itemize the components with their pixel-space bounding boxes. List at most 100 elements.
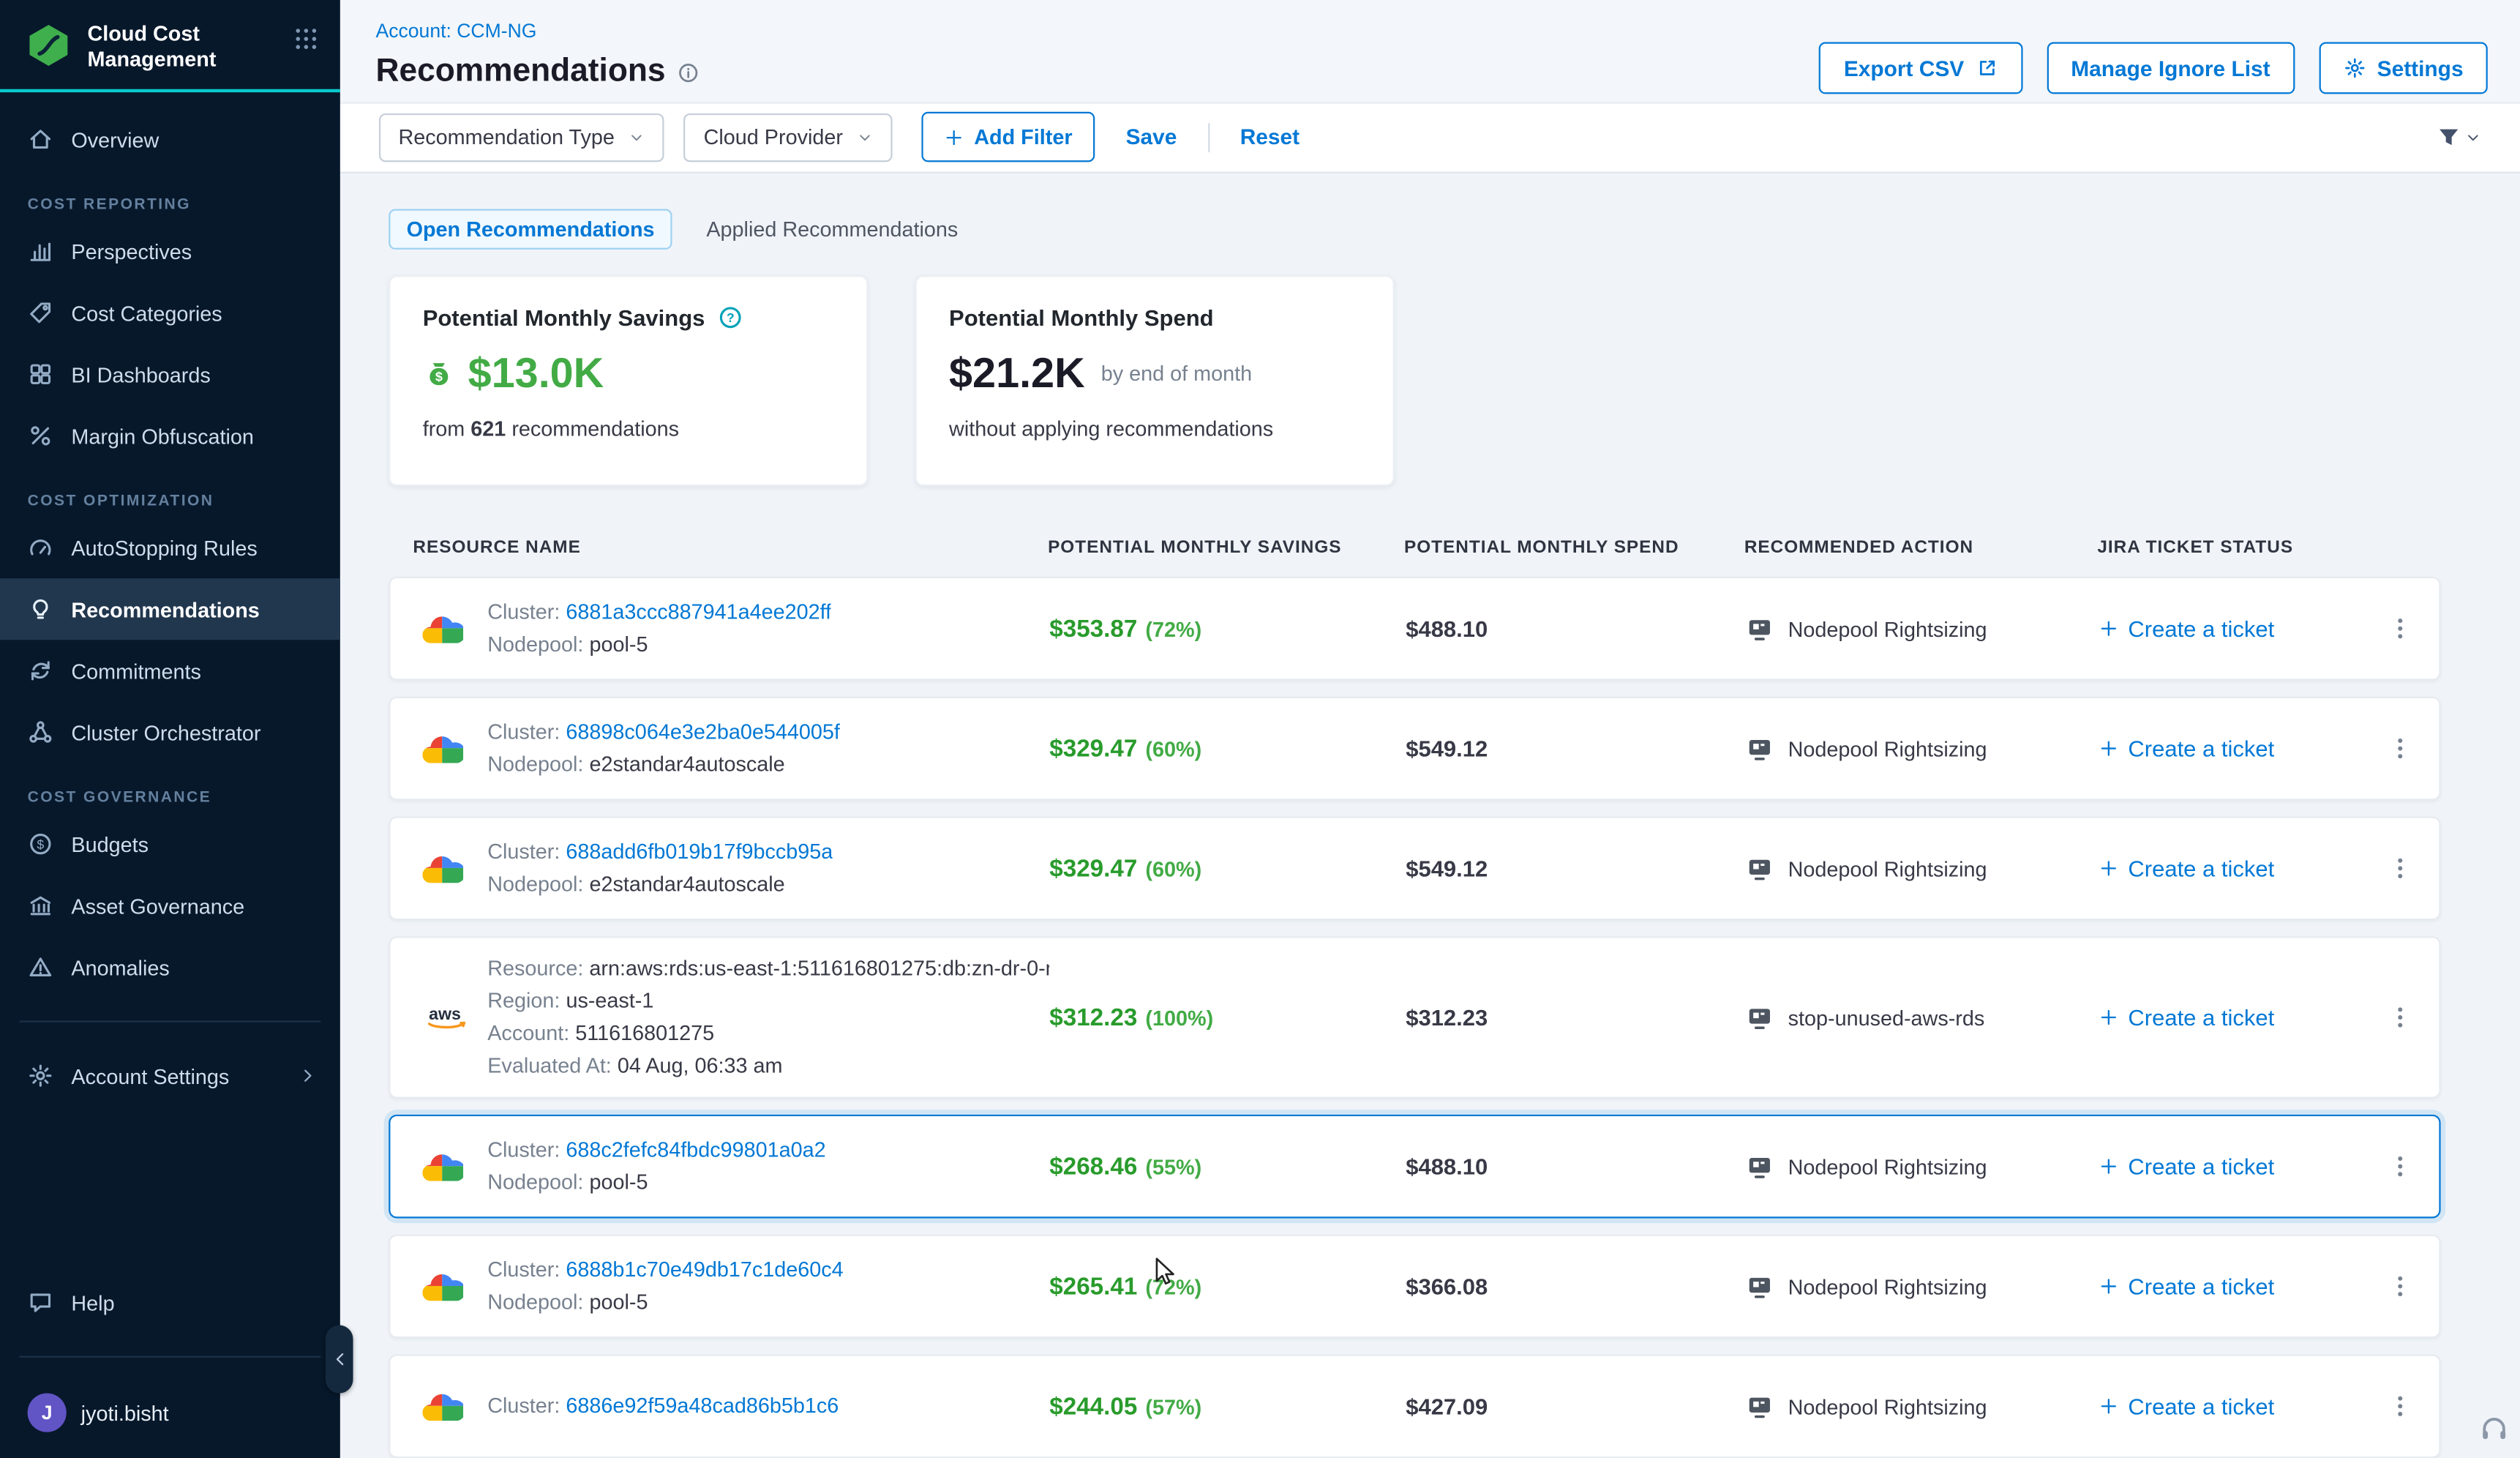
- export-csv-button[interactable]: Export CSV: [1820, 42, 2022, 94]
- table-row[interactable]: awsResource: arn:aws:rds:us-east-1:51161…: [389, 936, 2440, 1098]
- sidebar-item-cluster-orchestrator[interactable]: Cluster Orchestrator: [0, 701, 340, 763]
- sidebar-item-account-settings[interactable]: Account Settings: [0, 1045, 340, 1107]
- sidebar-item-perspectives[interactable]: Perspectives: [0, 220, 340, 282]
- row-menu-button[interactable]: [2361, 856, 2439, 881]
- sidebar-item-autostopping-rules[interactable]: AutoStopping Rules: [0, 517, 340, 578]
- gcp-icon: [421, 613, 463, 645]
- resource-link[interactable]: 688add6fb019b17f9bccb95a: [566, 840, 833, 864]
- recommended-action-cell: Nodepool Rightsizing: [1746, 735, 2099, 763]
- row-menu-button[interactable]: [2361, 1394, 2439, 1419]
- create-ticket-button[interactable]: Create a ticket: [2099, 1274, 2362, 1299]
- filter-dropdown-recommendation-type[interactable]: Recommendation Type: [379, 113, 665, 162]
- autostopping-icon: [28, 534, 53, 560]
- help-circle-icon[interactable]: ?: [718, 304, 743, 330]
- create-ticket-button[interactable]: Create a ticket: [2099, 856, 2362, 881]
- monitor-icon: [1746, 615, 1774, 643]
- tab-open-recommendations[interactable]: Open Recommendations: [389, 209, 672, 250]
- table-row[interactable]: Cluster: 688c2fefc84fbdc99801a0a2Nodepoo…: [389, 1115, 2440, 1219]
- chevron-down-icon: [629, 130, 645, 146]
- info-icon[interactable]: [677, 61, 700, 83]
- filter-bar: Recommendation Type Cloud Provider Add Fi…: [340, 102, 2520, 173]
- gcp-icon: [421, 852, 463, 884]
- kebab-icon: [2388, 856, 2413, 881]
- table-row[interactable]: Cluster: 6888b1c70e49db17c1de60c4Nodepoo…: [389, 1235, 2440, 1339]
- sidebar-item-margin-obfuscation[interactable]: Margin Obfuscation: [0, 405, 340, 466]
- row-menu-button[interactable]: [2361, 616, 2439, 641]
- recommended-action-cell: Nodepool Rightsizing: [1746, 1273, 2099, 1301]
- reset-filter-button[interactable]: Reset: [1240, 125, 1300, 149]
- plus-icon: [2099, 1276, 2119, 1296]
- apps-grid-icon[interactable]: [293, 26, 319, 51]
- create-ticket-button[interactable]: Create a ticket: [2099, 616, 2362, 641]
- resource-link[interactable]: 68898c064e3e2ba0e544005f: [566, 719, 839, 744]
- row-menu-button[interactable]: [2361, 1004, 2439, 1030]
- support-widget-icon[interactable]: [2478, 1413, 2510, 1445]
- sidebar-item-help[interactable]: Help: [0, 1272, 340, 1334]
- table-row[interactable]: Cluster: 6886e92f59a48cad86b5b1c6$244.05…: [389, 1354, 2440, 1458]
- resource-line: Nodepool: pool-5: [487, 1286, 843, 1318]
- categories-icon: [28, 299, 53, 325]
- row-menu-button[interactable]: [2361, 1154, 2439, 1179]
- sidebar-item-anomalies[interactable]: Anomalies: [0, 936, 340, 998]
- create-ticket-button[interactable]: Create a ticket: [2099, 1154, 2362, 1179]
- main-area: Account: CCM-NG Recommendations Export C…: [340, 0, 2520, 1458]
- add-filter-button[interactable]: Add Filter: [922, 113, 1095, 163]
- sidebar-item-overview[interactable]: Overview: [0, 108, 340, 170]
- plus-icon: [2099, 1008, 2119, 1028]
- filter-panel-button[interactable]: [2436, 124, 2481, 150]
- table-header: RESOURCE NAMEPOTENTIAL MONTHLY SAVINGSPO…: [389, 538, 2440, 558]
- savings-subtext: from 621 recommendations: [423, 416, 834, 441]
- create-ticket-button[interactable]: Create a ticket: [2099, 1004, 2362, 1030]
- save-filter-button[interactable]: Save: [1126, 125, 1177, 149]
- budgets-icon: $: [28, 831, 53, 856]
- create-ticket-button[interactable]: Create a ticket: [2099, 736, 2362, 761]
- resource-link[interactable]: 688c2fefc84fbdc99801a0a2: [566, 1137, 825, 1162]
- divider: [1207, 123, 1209, 152]
- card-title: Potential Monthly Spend: [949, 304, 1214, 330]
- user-profile[interactable]: J jyoti.bisht: [0, 1380, 340, 1458]
- home-icon: [28, 127, 53, 152]
- resource-value: e2standar4autoscale: [589, 872, 784, 896]
- spend-cell: $549.12: [1406, 736, 1746, 761]
- sidebar-item-commitments[interactable]: Commitments: [0, 640, 340, 701]
- sidebar-item-cost-categories[interactable]: Cost Categories: [0, 282, 340, 343]
- sidebar-item-recommendations[interactable]: Recommendations: [0, 578, 340, 640]
- sidebar-item-asset-governance[interactable]: Asset Governance: [0, 875, 340, 936]
- filter-dropdown-cloud-provider[interactable]: Cloud Provider: [684, 113, 893, 162]
- sidebar-item-bi-dashboards[interactable]: BI Dashboards: [0, 343, 340, 405]
- table-row[interactable]: Cluster: 68898c064e3e2ba0e544005fNodepoo…: [389, 697, 2440, 801]
- table-row[interactable]: Cluster: 6881a3ccc887941a4ee202ffNodepoo…: [389, 577, 2440, 681]
- row-menu-button[interactable]: [2361, 1274, 2439, 1299]
- monitor-icon: [1746, 1153, 1774, 1181]
- spend-cell: $549.12: [1406, 856, 1746, 881]
- settings-button[interactable]: Settings: [2319, 42, 2488, 94]
- resource-line: Nodepool: e2standar4autoscale: [487, 868, 833, 900]
- resource-link[interactable]: 6888b1c70e49db17c1de60c4: [566, 1257, 843, 1282]
- resource-cell: Cluster: 68898c064e3e2ba0e544005fNodepoo…: [415, 716, 1050, 781]
- row-menu-button[interactable]: [2361, 736, 2439, 761]
- create-ticket-button[interactable]: Create a ticket: [2099, 1394, 2362, 1419]
- sidebar-section-label: COST OPTIMIZATION: [28, 493, 340, 510]
- divider: [20, 1020, 321, 1022]
- divider: [20, 1356, 321, 1358]
- account-breadcrumb[interactable]: Account: CCM-NG: [376, 20, 537, 42]
- commitments-icon: [28, 658, 53, 684]
- resource-cell: Cluster: 6886e92f59a48cad86b5b1c6: [415, 1390, 1050, 1422]
- summary-cards: Potential Monthly Savings ? $ $13.0K fro…: [389, 275, 2520, 486]
- tab-applied-recommendations[interactable]: Applied Recommendations: [689, 209, 976, 250]
- potential-monthly-spend-card: Potential Monthly Spend $21.2K by end of…: [915, 275, 1395, 486]
- resource-link[interactable]: 6886e92f59a48cad86b5b1c6: [566, 1394, 839, 1418]
- manage-ignore-list-button[interactable]: Manage Ignore List: [2047, 42, 2295, 94]
- table-row[interactable]: Cluster: 688add6fb019b17f9bccb95aNodepoo…: [389, 817, 2440, 921]
- sidebar-collapse-handle[interactable]: [326, 1326, 353, 1394]
- dashboards-icon: [28, 362, 53, 387]
- money-bag-icon: $: [423, 357, 455, 389]
- savings-cell: $244.05(57%): [1049, 1392, 1406, 1420]
- resource-value: 511616801275: [575, 1020, 714, 1044]
- orchestrator-icon: [28, 719, 53, 745]
- plus-icon: [2099, 1156, 2119, 1176]
- tabs: Open Recommendations Applied Recommendat…: [389, 209, 2520, 250]
- page-header: Account: CCM-NG Recommendations Export C…: [340, 0, 2520, 102]
- sidebar-item-budgets[interactable]: $Budgets: [0, 813, 340, 875]
- resource-link[interactable]: 6881a3ccc887941a4ee202ff: [566, 599, 831, 624]
